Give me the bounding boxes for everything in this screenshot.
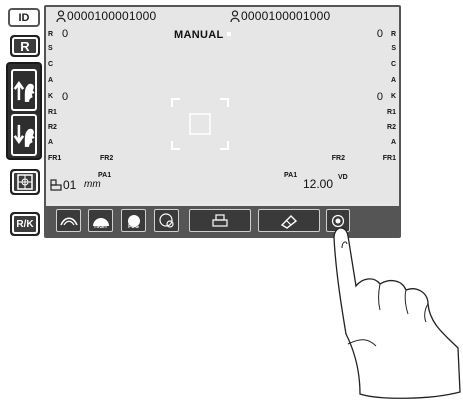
print-layout-icon: [17, 174, 33, 190]
eyelid-button[interactable]: [56, 209, 81, 232]
left-label-r: R: [48, 31, 54, 38]
k-value-right: 0: [376, 91, 383, 103]
r-value-left: 0: [62, 28, 69, 40]
arrow-up-face-icon: [13, 81, 35, 102]
pa1-left: PA1: [98, 172, 112, 179]
left-label-a: A: [48, 77, 54, 84]
id-button-label: ID: [18, 11, 30, 24]
reticle-dot: [227, 32, 231, 36]
right-label-s: S: [391, 45, 396, 52]
right-label-c: C: [390, 61, 396, 68]
mode-label: MANUAL: [174, 29, 224, 41]
eraser-icon: [280, 214, 298, 229]
right-label-r: R: [390, 31, 396, 38]
r-eye-button-label: R: [20, 38, 30, 54]
r-eye-button[interactable]: R: [10, 35, 40, 57]
vd-value: 12.00: [303, 177, 334, 191]
left-label-a2: A: [48, 139, 54, 146]
person-icon: [56, 10, 66, 22]
person-icon: [230, 10, 240, 22]
right-label-a: A: [390, 77, 396, 84]
left-chinrest-group: [6, 62, 42, 160]
left-label-fr2: FR2: [100, 155, 114, 162]
search-eye-icon: [158, 212, 174, 228]
print-layout-button[interactable]: [10, 169, 40, 195]
high-label: HIGH: [94, 224, 107, 230]
patient-id-right: 0000100001000: [241, 9, 331, 23]
arrow-down-face-icon: [13, 124, 35, 147]
alignment-reticle: [171, 98, 229, 150]
left-label-r2: R2: [48, 124, 57, 131]
measurement-screen: 0000100001000 0000100001000 MANUAL R 0 S…: [44, 5, 401, 238]
right-label-k: K: [390, 93, 396, 100]
vd-unit: VD: [338, 174, 348, 181]
pa1-right: PA1: [284, 172, 298, 179]
right-label-fr1: FR1: [382, 155, 396, 162]
printer-icon: [212, 213, 228, 227]
count-unit: mm: [84, 179, 101, 190]
patient-id-left: 0000100001000: [67, 9, 157, 23]
count-value: 01: [63, 178, 77, 192]
print-button[interactable]: [189, 209, 251, 232]
chinrest-down-button[interactable]: [11, 114, 37, 156]
rk-button[interactable]: R/K: [10, 212, 40, 236]
high-button[interactable]: HIGH: [88, 209, 113, 232]
right-label-a2: A: [390, 139, 396, 146]
right-label-r2: R2: [387, 124, 396, 131]
fog-label: FOG: [128, 224, 139, 230]
left-label-r1: R1: [48, 109, 57, 116]
fog-button[interactable]: FOG: [121, 209, 146, 232]
left-label-fr1: FR1: [48, 155, 62, 162]
clear-button[interactable]: [258, 209, 320, 232]
left-label-k: K: [48, 93, 54, 100]
right-label-fr2: FR2: [331, 155, 345, 162]
right-label-r1: R1: [387, 109, 396, 116]
chart-count-icon: [50, 179, 62, 191]
search-eye-button[interactable]: [154, 209, 179, 232]
eyelid-icon: [59, 217, 78, 225]
left-label-s: S: [48, 45, 53, 52]
rk-button-label: R/K: [16, 218, 34, 230]
k-value-left: 0: [62, 91, 69, 103]
left-label-c: C: [48, 61, 54, 68]
id-button[interactable]: ID: [8, 8, 40, 27]
pointing-hand: [333, 227, 461, 399]
r-value-right: 0: [376, 28, 383, 40]
chinrest-up-button[interactable]: [11, 69, 37, 111]
